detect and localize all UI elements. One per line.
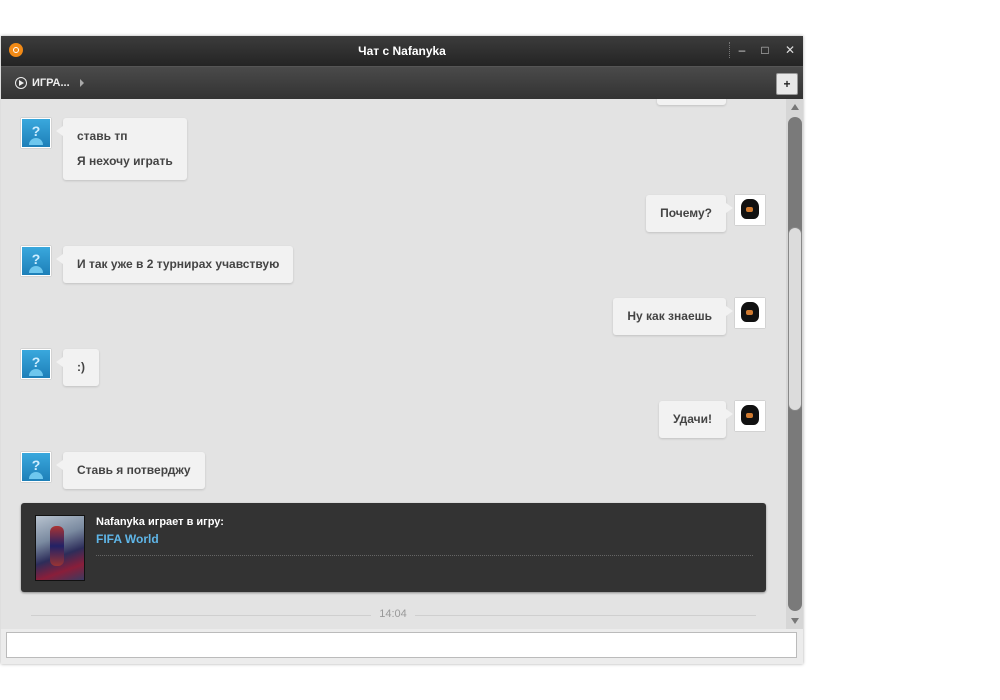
chevron-right-icon	[79, 79, 84, 87]
contact-avatar[interactable]: ?	[21, 349, 51, 379]
message-input-area	[1, 629, 803, 664]
message-text: Удачи!	[672, 412, 712, 426]
title-bar[interactable]: Чат с Nafanyka – □ ✕	[1, 36, 803, 66]
chat-toolbar: ИГРА... +	[1, 66, 803, 99]
chat-window: Чат с Nafanyka – □ ✕ ИГРА... + ? ставь т…	[1, 36, 803, 664]
message-text: И так уже в 2 турнирах учавствую	[77, 257, 280, 271]
message-bubble: Ставь я потверджу	[56, 452, 205, 489]
message-bubble: :)	[56, 349, 99, 386]
game-cover-image[interactable]	[35, 515, 85, 581]
game-name-link[interactable]: FIFA World	[96, 532, 159, 546]
title-separator	[729, 42, 730, 58]
message-input[interactable]	[6, 632, 797, 658]
contact-avatar[interactable]: ?	[21, 118, 51, 148]
chat-history[interactable]: ? ставь тп Я нехочу играть Почему? ? И т…	[1, 99, 786, 629]
contact-avatar[interactable]: ?	[21, 452, 51, 482]
minimize-button[interactable]: –	[734, 42, 750, 58]
my-avatar[interactable]	[735, 195, 765, 225]
now-playing-text: Nafanyka играет в игру:	[96, 516, 224, 528]
timestamp: 14:04	[371, 608, 415, 620]
message-bubble: И так уже в 2 турнирах учавствую	[55, 246, 294, 283]
maximize-button[interactable]: □	[757, 42, 773, 58]
contact-avatar[interactable]: ?	[21, 246, 51, 276]
close-button[interactable]: ✕	[782, 42, 798, 58]
message-bubble-partial	[657, 99, 726, 105]
play-icon	[15, 77, 27, 89]
message-bubble: Ну как знаешь	[613, 298, 733, 335]
message-text: Ну как знаешь	[627, 309, 712, 323]
games-menu-button[interactable]: ИГРА...	[15, 75, 84, 91]
message-text: Почему?	[660, 206, 712, 220]
message-text: Ставь я потверджу	[77, 463, 191, 477]
scrollbar-thumb[interactable]	[788, 227, 802, 411]
add-friend-icon: +	[783, 77, 791, 91]
timestamp-divider: 14:04	[31, 608, 756, 622]
window-title: Чат с Nafanyka	[358, 44, 446, 58]
add-friend-button[interactable]: +	[776, 73, 798, 95]
message-text: Я нехочу играть	[77, 154, 173, 168]
scroll-down-arrow-icon[interactable]	[791, 618, 799, 624]
now-playing-card: Nafanyka играет в игру: FIFA World	[21, 503, 766, 592]
message-text: ставь тп	[77, 129, 128, 143]
games-menu-label: ИГРА...	[32, 77, 70, 89]
divider	[96, 555, 753, 556]
message-bubble: ставь тп Я нехочу играть	[56, 118, 187, 180]
my-avatar[interactable]	[735, 298, 765, 328]
scroll-up-arrow-icon[interactable]	[791, 104, 799, 110]
message-bubble: Почему?	[646, 195, 733, 232]
chat-scrollbar[interactable]	[786, 99, 803, 629]
message-bubble: Удачи!	[658, 401, 734, 438]
my-avatar[interactable]	[735, 401, 765, 431]
message-text: :)	[77, 360, 85, 374]
